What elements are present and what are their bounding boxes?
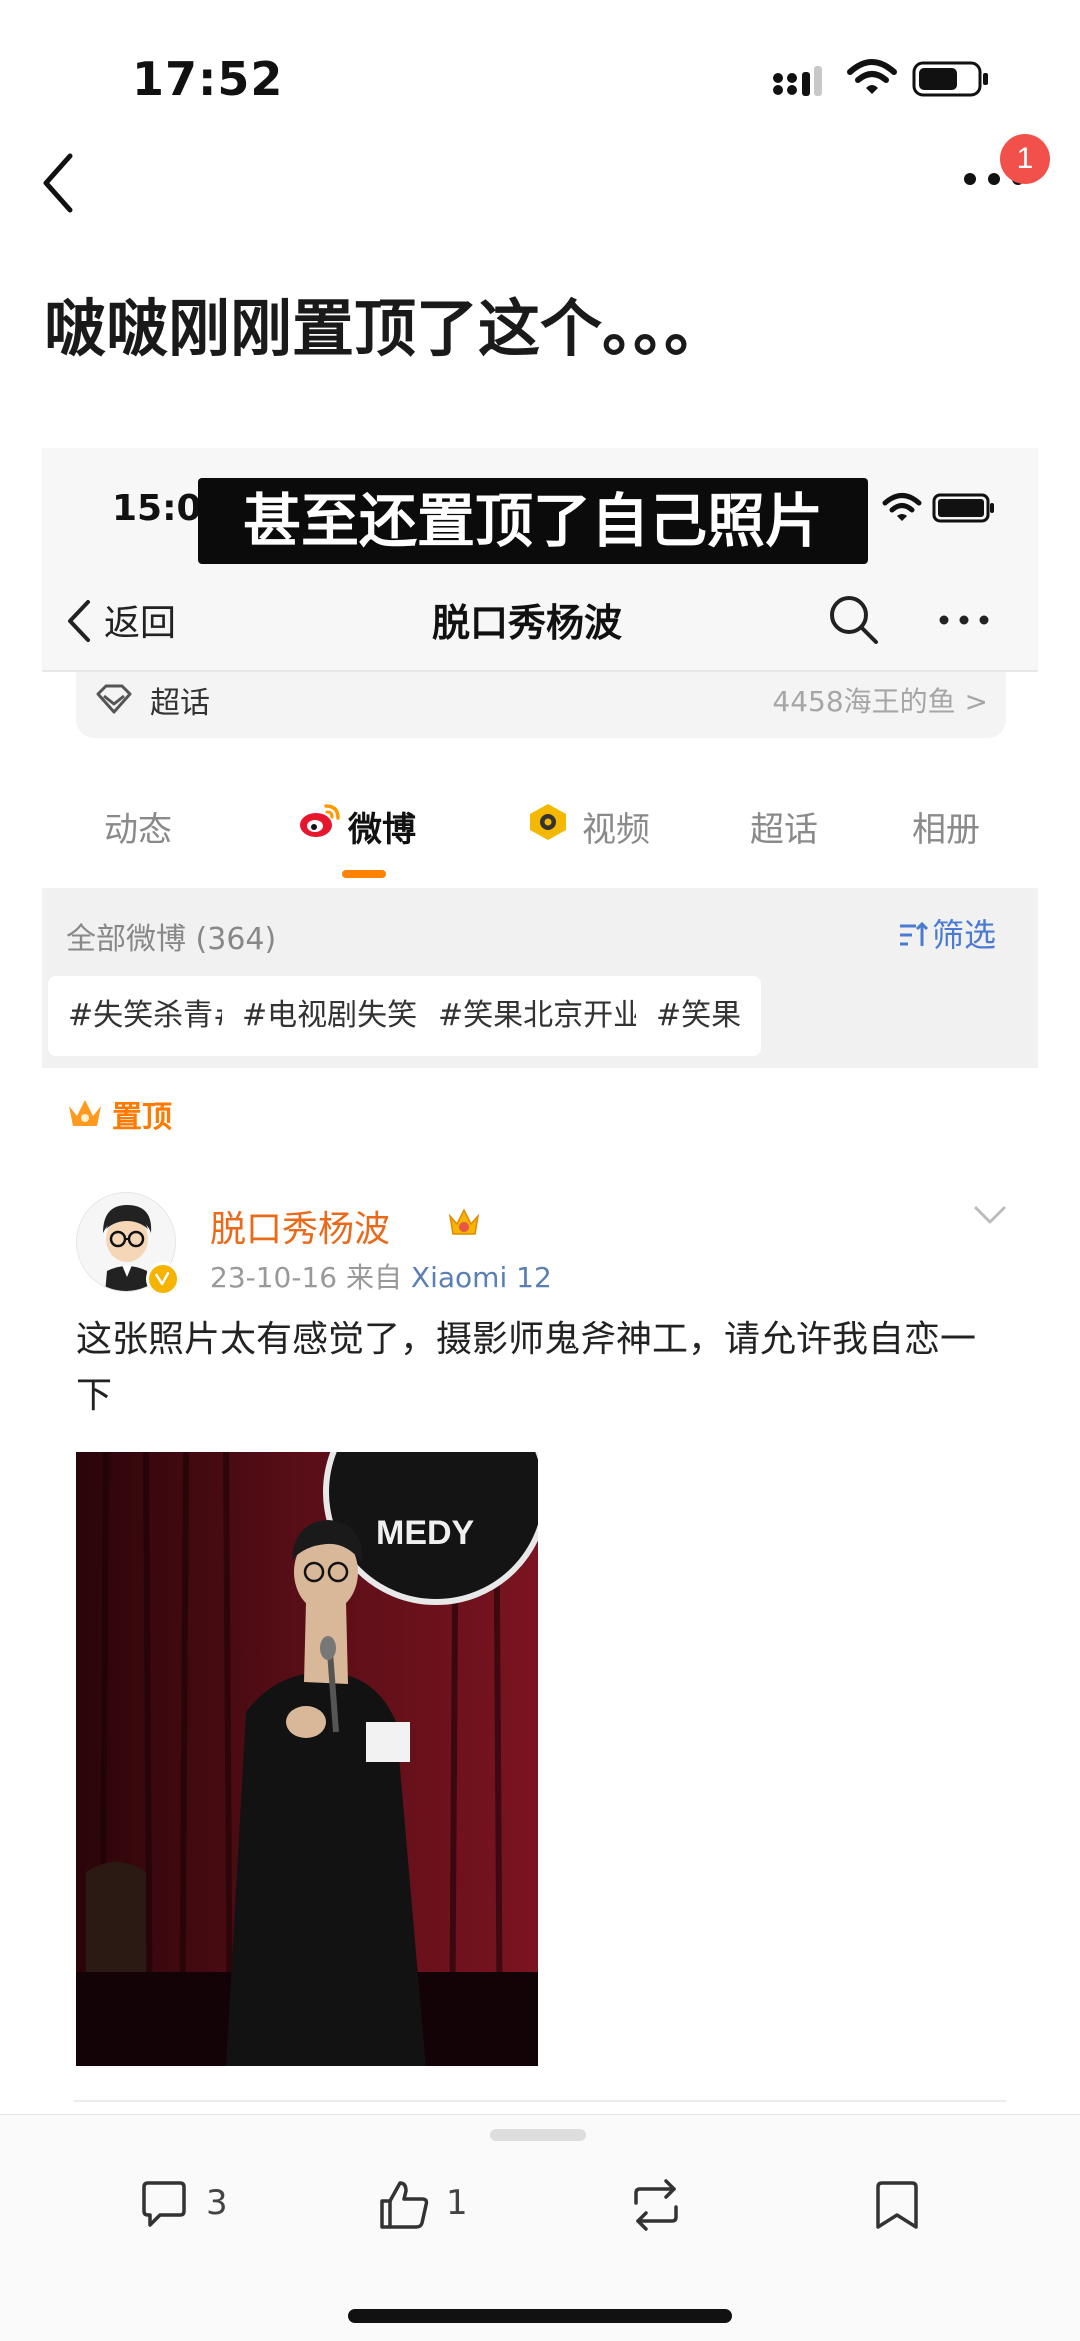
post-date: 23-10-16 bbox=[210, 1261, 338, 1294]
chevron-down-icon[interactable] bbox=[972, 1204, 1008, 1226]
post-meta: 23-10-16 来自 Xiaomi 12 bbox=[210, 1256, 552, 1296]
repost-button[interactable] bbox=[626, 2177, 686, 2233]
topic-chip-label: #笑果北京开业# bbox=[438, 998, 669, 1033]
thumbs-up-icon bbox=[380, 2181, 429, 2229]
comment-button[interactable]: 3 bbox=[136, 2177, 246, 2233]
supertopic-fan-rank: 4458海王的鱼 > bbox=[772, 685, 988, 718]
cellular-signal-icon bbox=[773, 66, 822, 96]
favorite-button[interactable] bbox=[872, 2177, 922, 2233]
status-bar: 17:52 bbox=[0, 0, 1080, 150]
active-tab-indicator bbox=[342, 870, 386, 878]
notification-badge: 1 bbox=[1000, 134, 1050, 184]
embedded-wifi-icon bbox=[882, 493, 922, 521]
like-count: 1 bbox=[446, 2183, 468, 2223]
comment-icon bbox=[142, 2181, 186, 2227]
topic-chip-label: #笑果 bbox=[656, 998, 742, 1033]
vip-crown-icon bbox=[448, 1208, 480, 1235]
post-photo[interactable]: MEDY bbox=[76, 1452, 538, 2066]
weibo-filter-area: 全部微博 (364) 筛选 #失笑杀青#▸ #电视剧失笑#▸ #笑果北京开业#▸… bbox=[42, 888, 1038, 1068]
embedded-nav-bar: 返回 脱口秀杨波 bbox=[42, 568, 1038, 672]
wifi-icon bbox=[847, 59, 897, 94]
battery-icon bbox=[912, 61, 988, 97]
supertopic-label: 超话 bbox=[150, 686, 210, 721]
back-icon[interactable] bbox=[38, 150, 84, 216]
pinned-label: 置顶 bbox=[112, 1100, 172, 1135]
supertopic-card[interactable]: 超话 4458海王的鱼 > bbox=[76, 672, 1006, 738]
post-source-prefix: 来自 bbox=[346, 1261, 403, 1294]
drag-handle[interactable] bbox=[490, 2129, 586, 2141]
embedded-battery-icon bbox=[932, 493, 994, 523]
author-name[interactable]: 脱口秀杨波 bbox=[210, 1200, 390, 1252]
topic-chip-label: #电视剧失笑# bbox=[242, 998, 443, 1033]
standup-performer-photo: MEDY bbox=[76, 1452, 538, 2066]
filter-icon bbox=[900, 921, 928, 946]
home-indicator bbox=[348, 2309, 732, 2323]
post-title: 啵啵刚刚置顶了这个。。。 bbox=[44, 292, 727, 365]
post-source-device[interactable]: Xiaomi 12 bbox=[411, 1261, 552, 1294]
topic-chip[interactable]: #笑果 bbox=[636, 976, 762, 1056]
embedded-more-icon[interactable] bbox=[936, 612, 992, 628]
video-icon bbox=[530, 804, 566, 840]
filter-button[interactable]: 筛选 bbox=[898, 910, 996, 956]
embedded-back-label[interactable]: 返回 bbox=[104, 594, 176, 646]
tab-video[interactable]: 视频 bbox=[582, 802, 650, 851]
video-caption: 甚至还置顶了自己照片 bbox=[198, 478, 868, 564]
filter-label: 筛选 bbox=[932, 916, 997, 954]
search-icon[interactable] bbox=[826, 592, 880, 646]
status-time: 17:52 bbox=[132, 52, 284, 106]
topic-chip-label: #失笑杀青# bbox=[68, 998, 239, 1033]
bookmark-icon bbox=[876, 2181, 918, 2229]
embedded-nav-title: 脱口秀杨波 bbox=[432, 601, 623, 645]
crown-icon bbox=[69, 1100, 101, 1126]
weibo-logo-icon bbox=[300, 804, 340, 837]
profile-tabs: 动态 微博 视频 超话 相册 bbox=[42, 768, 1038, 888]
comment-count: 3 bbox=[206, 2183, 228, 2223]
divider bbox=[74, 2100, 1006, 2102]
action-bar: 3 1 bbox=[0, 2114, 1080, 2341]
tab-weibo[interactable]: 微博 bbox=[348, 802, 416, 851]
embedded-status-time: 15:0 bbox=[112, 488, 202, 529]
verified-badge-icon bbox=[146, 1262, 180, 1296]
tab-supertopic[interactable]: 超话 bbox=[750, 802, 818, 851]
repost-icon bbox=[634, 2179, 678, 2231]
post-text: 这张照片太有感觉了，摄影师鬼斧神工，请允许我自恋一下 bbox=[76, 1319, 977, 1416]
embedded-screenshot: 15:0 甚至还置顶了自己照片 返回 脱口秀杨波 超话 4458海王的鱼 > 动… bbox=[42, 448, 1038, 2066]
like-button[interactable]: 1 bbox=[376, 2177, 486, 2233]
embedded-back-icon[interactable] bbox=[64, 596, 94, 646]
diamond-icon bbox=[96, 684, 132, 714]
all-weibo-count: 全部微博 (364) bbox=[66, 922, 277, 957]
tab-dynamics[interactable]: 动态 bbox=[104, 802, 172, 851]
photo-sign-text: MEDY bbox=[376, 1514, 475, 1552]
tab-album[interactable]: 相册 bbox=[912, 802, 980, 851]
